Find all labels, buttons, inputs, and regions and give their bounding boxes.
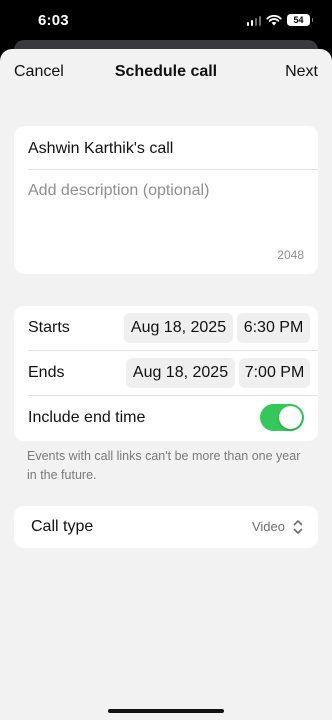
home-indicator bbox=[108, 709, 224, 713]
start-date-button[interactable]: Aug 18, 2025 bbox=[124, 313, 233, 343]
start-time-button[interactable]: 6:30 PM bbox=[237, 313, 310, 343]
toggle-knob bbox=[279, 406, 302, 429]
call-details-card: Ashwin Karthik's call Add description (o… bbox=[14, 126, 318, 274]
call-link-note: Events with call links can't be more tha… bbox=[27, 449, 301, 482]
status-time: 6:03 bbox=[38, 12, 69, 29]
status-icons: 54 bbox=[246, 14, 313, 26]
battery-icon: 54 bbox=[287, 14, 313, 26]
status-bar: 6:03 54 bbox=[0, 0, 332, 42]
include-end-time-toggle[interactable] bbox=[260, 404, 304, 431]
schedule-call-sheet: Cancel Schedule call Next Ashwin Karthik… bbox=[0, 49, 332, 720]
end-date-button[interactable]: Aug 18, 2025 bbox=[126, 358, 235, 388]
ends-label: Ends bbox=[28, 364, 65, 381]
call-type-label: Call type bbox=[31, 518, 94, 535]
call-title-input[interactable]: Ashwin Karthik's call bbox=[28, 140, 173, 158]
divider bbox=[28, 169, 318, 170]
character-counter: 2048 bbox=[277, 248, 304, 262]
page-title: Schedule call bbox=[114, 63, 218, 80]
end-time-button[interactable]: 7:00 PM bbox=[239, 358, 310, 388]
description-input[interactable]: Add description (optional) bbox=[28, 182, 209, 200]
include-end-time-label: Include end time bbox=[28, 409, 146, 426]
ends-row: Ends Aug 18, 2025 7:00 PM bbox=[14, 351, 318, 396]
call-type-row[interactable]: Call type Video bbox=[14, 506, 318, 548]
starts-row: Starts Aug 18, 2025 6:30 PM bbox=[14, 306, 318, 351]
nav-bar: Cancel Schedule call Next bbox=[0, 49, 332, 95]
wifi-icon bbox=[266, 14, 282, 26]
schedule-card: Starts Aug 18, 2025 6:30 PM Ends Aug 18,… bbox=[14, 306, 318, 441]
starts-label: Starts bbox=[28, 319, 70, 336]
next-button[interactable]: Next bbox=[285, 63, 318, 81]
cellular-signal-icon bbox=[246, 15, 261, 26]
include-end-time-row: Include end time bbox=[14, 396, 318, 441]
chevron-up-down-icon[interactable] bbox=[292, 518, 304, 536]
call-type-value[interactable]: Video bbox=[252, 519, 285, 534]
